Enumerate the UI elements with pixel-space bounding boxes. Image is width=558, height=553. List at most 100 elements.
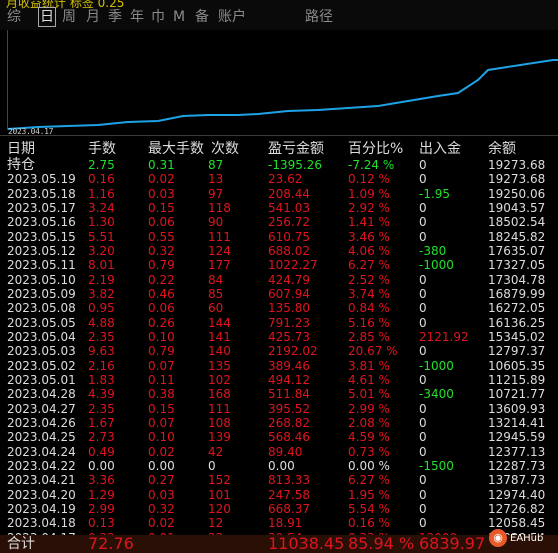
row-pct: 3.46 % (348, 229, 390, 244)
row-lots: 5.51 (88, 229, 115, 244)
table-row: 2023.04.26 1.67 0.07 108 268.82 2.08 % 0 13214.… (0, 416, 558, 430)
row-balance: 10605.35 (488, 358, 546, 373)
row-count: 141 (208, 329, 231, 344)
row-date: 2023.04.22 (7, 458, 76, 473)
row-pct: 2.08 % (348, 415, 390, 430)
row-maxlots: 0.02 (148, 516, 175, 531)
tab-comment[interactable]: 备 (195, 8, 209, 26)
row-flow: 0 (419, 430, 427, 445)
tab-magic[interactable]: M (173, 8, 185, 26)
row-pct: 1.09 % (348, 186, 390, 201)
row-pnl: 208.44 (268, 186, 310, 201)
row-count: 13 (208, 172, 224, 187)
row-date: 2023.04.21 (7, 473, 76, 488)
tab-day[interactable]: 日 (38, 7, 56, 27)
row-count: 42 (208, 444, 224, 459)
row-pnl: 395.52 (268, 401, 310, 416)
row-maxlots: 0.46 (148, 286, 175, 301)
row-lots: 2.35 (88, 329, 115, 344)
table-row: 2023.05.01 1.83 0.11 102 494.12 4.61 % 0 11215.… (0, 373, 558, 387)
table-row: 2023.05.19 0.16 0.02 13 23.62 0.12 % 0 19273.68 (0, 172, 558, 186)
row-balance: 12797.37 (488, 344, 546, 359)
row-flow: 0 (419, 401, 427, 416)
tab-week[interactable]: 周 (62, 8, 76, 26)
col-count-header: 次数 (211, 141, 239, 157)
row-count: 139 (208, 430, 231, 445)
row-count: 12 (208, 516, 224, 531)
row-date: 2023.05.08 (7, 301, 76, 316)
row-pnl: 610.75 (268, 229, 310, 244)
row-lots: 1.30 (88, 215, 115, 230)
total-pnl: 11038.45 (268, 534, 345, 553)
table-row: 2023.05.17 3.24 0.15 118 541.03 2.92 % 0 19043.… (0, 201, 558, 215)
row-flow: 0 (419, 487, 427, 502)
row-balance: 15345.02 (488, 329, 546, 344)
row-balance: 12974.40 (488, 487, 546, 502)
table-row: 2023.04.22 0.00 0.00 0 0.00 0.00 % -1500 12287.… (0, 459, 558, 473)
col-pct-header: 百分比% (348, 141, 404, 157)
table-row: 2023.05.16 1.30 0.06 90 256.72 1.41 % 0 18502.5… (0, 215, 558, 229)
row-balance: 10721.77 (488, 387, 546, 402)
row-pnl: 0.00 (268, 458, 295, 473)
row-lots: 9.63 (88, 344, 115, 359)
row-maxlots: 0.10 (148, 430, 175, 445)
eahub-logo: ◉ EAHub (489, 528, 555, 550)
table-row: 2023.05.03 9.63 0.79 140 2192.02 20.67 % 0 1279… (0, 344, 558, 358)
row-balance: 19250.06 (488, 186, 546, 201)
row-count: 97 (208, 186, 224, 201)
row-pnl: 668.37 (268, 501, 310, 516)
col-pnl-header: 盈亏金额 (268, 141, 324, 157)
row-lots: 0.00 (88, 458, 115, 473)
row-pnl: 424.79 (268, 272, 310, 287)
row-balance: 17635.07 (488, 243, 546, 258)
table-row: 2023.04.28 4.39 0.38 168 511.84 5.01 % -3400 10… (0, 387, 558, 401)
row-pct: 1.95 % (348, 487, 390, 502)
table-row: 2023.04.21 3.36 0.27 152 813.33 6.27 % 0 13787.… (0, 473, 558, 487)
hold-label: 持仓 (7, 157, 35, 173)
row-date: 2023.04.24 (7, 444, 76, 459)
row-pnl: 791.23 (268, 315, 310, 330)
tab-trade[interactable]: 巾 (151, 8, 165, 26)
row-pct: 4.59 % (348, 430, 390, 445)
row-flow: -1000 (419, 258, 454, 273)
table-row: 2023.05.08 0.95 0.06 60 135.80 0.84 % 0 16272.0… (0, 301, 558, 315)
row-maxlots: 0.02 (148, 172, 175, 187)
row-pct: 3.74 % (348, 286, 390, 301)
row-count: 101 (208, 487, 231, 502)
row-pct: 4.61 % (348, 372, 390, 387)
row-pct: 2.92 % (348, 200, 390, 215)
row-date: 2023.05.17 (7, 200, 76, 215)
row-pnl: 541.03 (268, 200, 310, 215)
row-pct: 2.52 % (348, 272, 390, 287)
table-row: 2023.04.19 2.99 0.32 120 668.37 5.54 % 0 12726.… (0, 502, 558, 516)
row-lots: 3.20 (88, 243, 115, 258)
tab-month[interactable]: 月 (86, 8, 100, 26)
row-pct: 0.73 % (348, 444, 390, 459)
row-balance: 12726.82 (488, 501, 546, 516)
row-lots: 3.82 (88, 286, 115, 301)
row-maxlots: 0.06 (148, 301, 175, 316)
row-count: 152 (208, 473, 231, 488)
row-pct: 0.00 % (348, 458, 390, 473)
row-lots: 1.29 (88, 487, 115, 502)
tab-overview[interactable]: 综 (7, 8, 21, 26)
row-balance: 12377.13 (488, 444, 546, 459)
row-count: 108 (208, 415, 231, 430)
tab-account[interactable]: 账户 (218, 8, 246, 26)
col-lots-header: 手数 (88, 141, 116, 157)
row-flow: -1500 (419, 458, 454, 473)
daily-stats-table: 日期 手数 最大手数 次数 盈亏金额 百分比% 出入金 余额 持仓 2.75 0… (0, 141, 558, 545)
row-date: 2023.05.09 (7, 286, 76, 301)
row-maxlots: 0.11 (148, 372, 175, 387)
row-count: 124 (208, 243, 231, 258)
row-date: 2023.04.28 (7, 387, 76, 402)
row-balance: 18245.82 (488, 229, 546, 244)
row-lots: 0.13 (88, 516, 115, 531)
row-flow: 0 (419, 229, 427, 244)
row-date: 2023.05.05 (7, 315, 76, 330)
tab-quarter[interactable]: 季 (108, 8, 122, 26)
row-balance: 17304.78 (488, 272, 546, 287)
tab-year[interactable]: 年 (130, 8, 144, 26)
tab-path[interactable]: 路径 (305, 8, 333, 26)
row-maxlots: 0.27 (148, 473, 175, 488)
